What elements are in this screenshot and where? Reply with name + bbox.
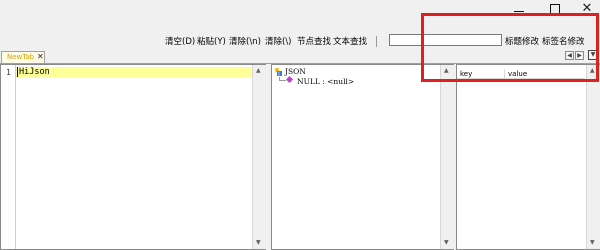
table-vertical-scrollbar[interactable]: ▲ ▼: [586, 65, 600, 249]
scroll-up-icon[interactable]: ▲: [256, 67, 261, 74]
json-root-icon: J: [274, 67, 282, 77]
tree-connector: [279, 80, 286, 81]
remove-backslashes-button[interactable]: 清除(\): [265, 36, 292, 48]
scroll-down-icon[interactable]: ▼: [590, 239, 595, 246]
annotation-highlight-box: [421, 13, 599, 82]
tree-vertical-scrollbar[interactable]: ▲ ▼: [440, 65, 454, 249]
tab-newtab[interactable]: NewTab ✕: [1, 51, 45, 63]
toolbar-separator: [376, 36, 377, 47]
editor-vertical-scrollbar[interactable]: ▲ ▼: [252, 65, 266, 249]
text-cursor: [17, 67, 18, 77]
tab-label: NewTab: [7, 53, 35, 61]
current-line-highlight: [16, 67, 252, 77]
key-value-table[interactable]: key value ▲ ▼: [456, 64, 600, 250]
clear-button[interactable]: 清空(D): [165, 36, 195, 48]
paste-button[interactable]: 粘贴(Y): [197, 36, 226, 48]
tree-root-label[interactable]: JSON: [285, 67, 306, 76]
line-number: 1: [6, 68, 11, 77]
editor-line-text[interactable]: HiJson: [19, 67, 50, 77]
json-tree-view[interactable]: J JSON NULL : <null> ▲ ▼: [271, 64, 454, 250]
tab-close-icon[interactable]: ✕: [37, 52, 44, 61]
tree-node-null[interactable]: NULL : <null>: [297, 77, 354, 86]
remove-newlines-button[interactable]: 清除(\n): [229, 36, 261, 48]
null-node-icon: [286, 76, 293, 83]
scroll-down-icon[interactable]: ▼: [444, 239, 449, 246]
text-search-button[interactable]: 文本查找: [333, 36, 367, 48]
scroll-down-icon[interactable]: ▼: [256, 239, 261, 246]
json-editor[interactable]: 1 HiJson ▲ ▼: [0, 64, 266, 250]
node-search-button[interactable]: 节点查找: [297, 36, 331, 48]
line-number-gutter: 1: [1, 65, 16, 249]
